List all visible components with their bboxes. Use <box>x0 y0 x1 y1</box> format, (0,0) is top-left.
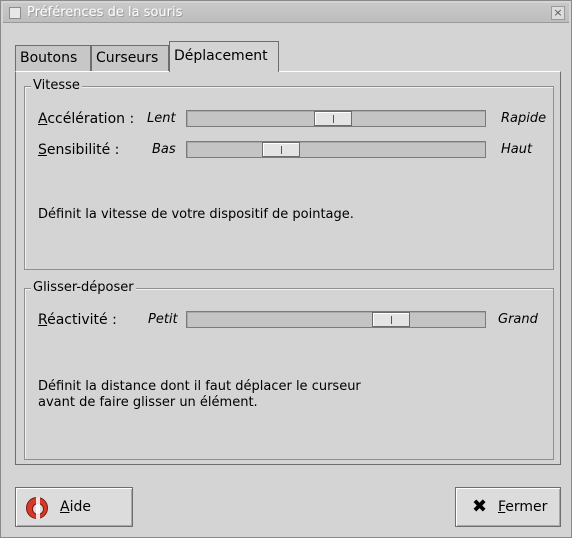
x-icon: ✖ <box>472 496 488 517</box>
sensitivity-max-label: Haut <box>501 142 533 157</box>
sensitivity-slider[interactable] <box>186 141 486 158</box>
help-button[interactable]: Aide <box>15 487 133 527</box>
reactivity-label: Réactivité : <box>38 312 117 328</box>
close-button[interactable]: ✖ Fermer <box>455 487 561 527</box>
acceleration-slider[interactable] <box>186 110 486 127</box>
mouse-preferences-window: Préférences de la souris × Boutons Curse… <box>0 0 572 538</box>
drag-drop-description-line-1: Définit la distance dont il faut déplace… <box>38 379 361 394</box>
speed-frame: Vitesse Accélération : Lent Rapide Sensi… <box>24 78 554 270</box>
acceleration-max-label: Rapide <box>501 111 547 126</box>
reactivity-min-label: Petit <box>148 312 178 327</box>
acceleration-slider-thumb[interactable] <box>314 111 352 126</box>
acceleration-row: Accélération : Lent Rapide <box>25 110 553 128</box>
tab-buttons[interactable]: Boutons <box>15 45 91 71</box>
drag-drop-frame-label: Glisser-déposer <box>31 280 136 296</box>
sensitivity-row: Sensibilité : Bas Haut <box>25 141 553 159</box>
help-button-label: Aide <box>60 499 91 515</box>
sensitivity-slider-thumb[interactable] <box>262 142 300 157</box>
acceleration-min-label: Lent <box>147 111 176 126</box>
reactivity-slider[interactable] <box>186 311 486 328</box>
drag-drop-description-line-2: avant de faire glisser un élément. <box>38 395 258 410</box>
tab-cursors[interactable]: Curseurs <box>91 45 169 71</box>
reactivity-slider-thumb[interactable] <box>372 312 410 327</box>
tab-motion[interactable]: Déplacement <box>169 41 279 72</box>
acceleration-label: Accélération : <box>38 111 135 127</box>
window-menu-icon[interactable] <box>9 7 21 19</box>
sensitivity-min-label: Bas <box>152 142 176 157</box>
drag-drop-frame: Glisser-déposer Réactivité : Petit Grand… <box>24 280 554 460</box>
speed-description: Définit la vitesse de votre dispositif d… <box>38 207 354 222</box>
title-bar[interactable]: Préférences de la souris × <box>3 3 569 23</box>
reactivity-max-label: Grand <box>498 312 538 327</box>
lifebuoy-icon <box>26 497 48 519</box>
sensitivity-label: Sensibilité : <box>38 142 120 158</box>
window-title: Préférences de la souris <box>27 5 183 20</box>
close-window-icon[interactable]: × <box>551 6 565 20</box>
tab-panel-motion: Vitesse Accélération : Lent Rapide Sensi… <box>15 71 561 465</box>
reactivity-row: Réactivité : Petit Grand <box>25 311 553 329</box>
speed-frame-label: Vitesse <box>31 78 82 94</box>
close-button-label: Fermer <box>498 499 548 515</box>
